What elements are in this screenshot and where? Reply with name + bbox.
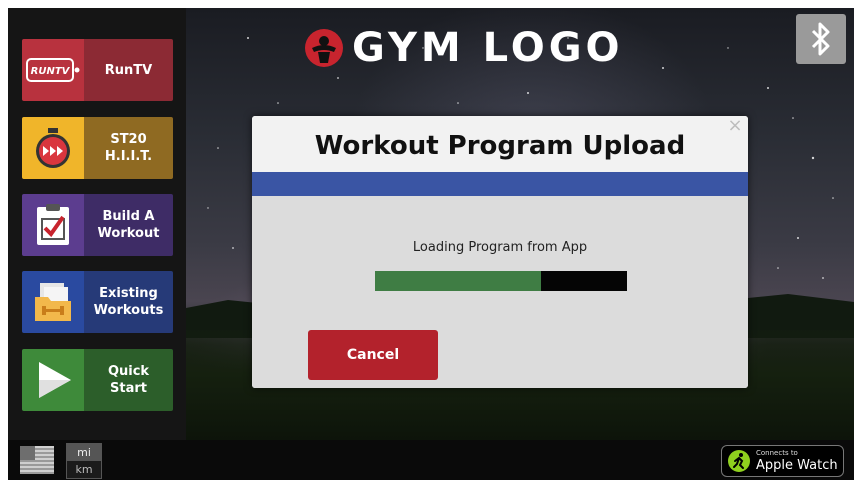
sidebar: RUNTV RunTV ST20 H.I.I.T. Build A Workou… xyxy=(8,8,186,440)
play-icon xyxy=(22,349,84,411)
dialog-header: Workout Program Upload xyxy=(252,116,748,172)
runtv-icon: RUNTV xyxy=(22,39,84,101)
close-icon[interactable]: × xyxy=(726,117,744,135)
bluetooth-button[interactable] xyxy=(796,14,846,64)
sidebar-item-label: RunTV xyxy=(84,39,173,101)
bottom-bar: mi km Connects to Apple Watch xyxy=(8,440,854,480)
folder-dumbbell-icon xyxy=(22,271,84,333)
sidebar-item-build-workout[interactable]: Build A Workout xyxy=(22,194,173,256)
sidebar-item-st20-hiit[interactable]: ST20 H.I.I.T. xyxy=(22,117,173,179)
dialog-body: Loading Program from App Cancel xyxy=(252,196,748,388)
apple-watch-label: Apple Watch xyxy=(756,458,838,473)
sidebar-item-label: Build A Workout xyxy=(84,194,173,256)
sidebar-item-runtv[interactable]: RUNTV RunTV xyxy=(22,39,173,101)
units-toggle[interactable]: mi km xyxy=(66,443,102,479)
dialog-accent-band xyxy=(252,172,748,196)
sidebar-item-label: Existing Workouts xyxy=(84,271,173,333)
upload-progress-fill xyxy=(375,271,542,291)
cancel-button[interactable]: Cancel xyxy=(308,330,438,380)
gym-logo-emblem-icon xyxy=(305,29,343,67)
sidebar-item-label: ST20 H.I.I.T. xyxy=(84,117,173,179)
unit-miles: mi xyxy=(67,444,101,461)
upload-dialog: Workout Program Upload × Loading Program… xyxy=(252,116,748,388)
bluetooth-icon xyxy=(811,22,830,56)
app-screen: RUNTV RunTV ST20 H.I.I.T. Build A Workou… xyxy=(8,8,854,480)
gym-logo: GYM LOGO xyxy=(304,25,624,71)
runtv-icon-text: RUNTV xyxy=(31,66,71,77)
stopwatch-icon xyxy=(22,117,84,179)
logo-text: GYM LOGO xyxy=(352,25,624,71)
unit-kilometers: km xyxy=(75,463,93,476)
us-flag-icon[interactable] xyxy=(20,446,54,474)
loading-status-text: Loading Program from App xyxy=(412,240,588,255)
apple-watch-caption: Connects to xyxy=(756,449,798,457)
dialog-title: Workout Program Upload xyxy=(314,131,686,161)
upload-progress-bar xyxy=(375,271,627,291)
running-figure-icon xyxy=(728,450,750,472)
sidebar-item-existing-workouts[interactable]: Existing Workouts xyxy=(22,271,173,333)
sidebar-item-label: Quick Start xyxy=(84,349,173,411)
clipboard-check-icon xyxy=(22,194,84,256)
apple-watch-badge[interactable]: Connects to Apple Watch xyxy=(721,445,844,477)
sidebar-item-quick-start[interactable]: Quick Start xyxy=(22,349,173,411)
